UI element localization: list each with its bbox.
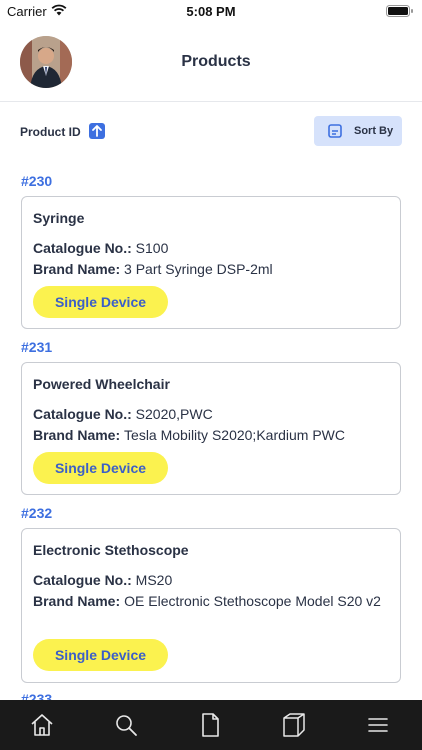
- sort-by-button[interactable]: Sort By: [314, 116, 402, 146]
- product-id[interactable]: #231: [21, 339, 52, 355]
- catalogue-label: Catalogue No.:: [33, 572, 136, 588]
- toolbar: Product ID Sort By: [20, 116, 402, 148]
- catalogue-row: Catalogue No.: MS20: [33, 569, 393, 591]
- document-icon: [202, 713, 219, 737]
- tab-menu[interactable]: [336, 700, 420, 750]
- catalogue-value: S2020,PWC: [135, 406, 213, 422]
- tab-documents[interactable]: [168, 700, 252, 750]
- product-list[interactable]: #230 Syringe Catalogue No.: S100 Brand N…: [0, 172, 422, 700]
- catalogue-row: Catalogue No.: S2020,PWC: [33, 403, 393, 425]
- catalogue-value: MS20: [135, 572, 173, 588]
- page-title: Products: [181, 53, 251, 70]
- product-id[interactable]: #230: [21, 173, 52, 189]
- tab-search[interactable]: [84, 700, 168, 750]
- device-type-badge[interactable]: Single Device: [33, 639, 168, 671]
- brand-row: Brand Name: Tesla Mobility S2020;Kardium…: [33, 424, 393, 446]
- tab-products[interactable]: [252, 700, 336, 750]
- menu-icon: [368, 718, 388, 732]
- brand-label: Brand Name:: [33, 261, 125, 277]
- battery-icon: [386, 5, 413, 17]
- product-card[interactable]: Syringe Catalogue No.: S100 Brand Name: …: [21, 196, 401, 329]
- sort-direction-toggle[interactable]: [89, 123, 105, 139]
- brand-value: 3 Part Syringe DSP-2ml: [124, 261, 273, 277]
- brand-row: Brand Name: OE Electronic Stethoscope Mo…: [33, 590, 393, 612]
- brand-value: OE Electronic Stethoscope Model S20 v2: [124, 593, 381, 609]
- brand-row: Brand Name: 3 Part Syringe DSP-2ml: [33, 258, 393, 280]
- sort-icon: [328, 124, 342, 138]
- product-card[interactable]: Electronic Stethoscope Catalogue No.: MS…: [21, 528, 401, 683]
- catalogue-row: Catalogue No.: S100: [33, 237, 393, 259]
- home-icon: [31, 714, 53, 736]
- status-bar: Carrier 5:08 PM: [0, 0, 422, 24]
- product-name: Syringe: [33, 210, 85, 226]
- search-icon: [116, 715, 137, 736]
- product-id[interactable]: #233: [21, 691, 52, 700]
- product-card[interactable]: Powered Wheelchair Catalogue No.: S2020,…: [21, 362, 401, 495]
- header: Products: [0, 24, 422, 102]
- product-name: Electronic Stethoscope: [33, 542, 189, 558]
- box-icon: [283, 713, 305, 737]
- catalogue-label: Catalogue No.:: [33, 240, 136, 256]
- catalogue-value: S100: [135, 240, 169, 256]
- arrow-up-icon: [92, 125, 102, 137]
- device-type-badge[interactable]: Single Device: [33, 286, 168, 318]
- tab-bar: [0, 700, 422, 750]
- product-id-label: Product ID: [20, 125, 81, 139]
- brand-label: Brand Name:: [33, 593, 121, 609]
- product-id[interactable]: #232: [21, 505, 52, 521]
- brand-value: Tesla Mobility S2020;Kardium PWC: [124, 427, 346, 443]
- sort-by-label: Sort By: [354, 125, 394, 137]
- clock: 5:08 PM: [186, 4, 236, 19]
- product-name: Powered Wheelchair: [33, 376, 170, 392]
- device-type-badge[interactable]: Single Device: [33, 452, 168, 484]
- brand-label: Brand Name:: [33, 427, 125, 443]
- tab-home[interactable]: [0, 700, 84, 750]
- catalogue-label: Catalogue No.:: [33, 406, 136, 422]
